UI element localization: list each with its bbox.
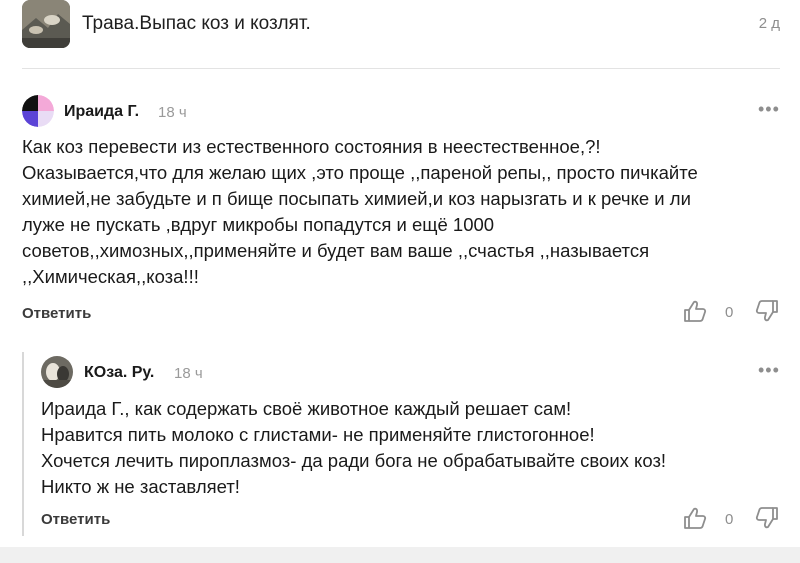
bottom-edge: [0, 547, 800, 563]
more-dots-icon[interactable]: •••: [758, 360, 780, 381]
avatar[interactable]: [22, 95, 54, 127]
thumb-up-icon[interactable]: [682, 298, 708, 324]
comment-text: Ираида Г., как содержать своё животное к…: [41, 398, 667, 497]
comment-author[interactable]: КОза. Ру.: [84, 364, 154, 382]
like-count: 0: [725, 304, 734, 321]
thread-line: [22, 352, 24, 536]
like-count: 0: [725, 511, 734, 528]
post-time: 2 д: [758, 15, 780, 32]
comment-text: Как коз перевести из естественного состо…: [22, 136, 698, 287]
thumb-down-icon[interactable]: [754, 298, 780, 324]
reply-button[interactable]: Ответить: [41, 511, 110, 528]
reply-button[interactable]: Ответить: [22, 305, 91, 322]
thumb-down-icon[interactable]: [754, 505, 780, 531]
more-dots-icon[interactable]: •••: [758, 99, 780, 120]
divider: [22, 68, 780, 69]
thumb-up-icon[interactable]: [682, 505, 708, 531]
avatar[interactable]: [41, 356, 73, 388]
comment-time: 18 ч: [158, 104, 187, 121]
post-header[interactable]: Трава.Выпас коз и козлят. 2 д: [0, 0, 800, 60]
post-title[interactable]: Трава.Выпас коз и козлят.: [82, 13, 311, 35]
post-thumbnail[interactable]: [22, 0, 70, 48]
comment-time: 18 ч: [174, 365, 203, 382]
comment-author[interactable]: Ираида Г.: [64, 103, 139, 121]
